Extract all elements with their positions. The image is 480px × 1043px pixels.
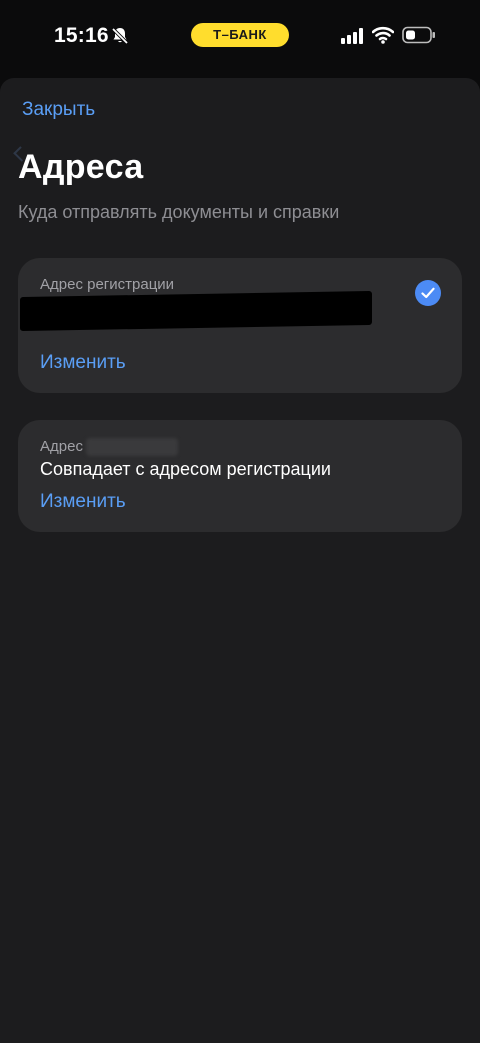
addresses-sheet: Закрыть Адреса Куда отправлять документы… [0, 78, 480, 1043]
page-title: Адреса [18, 148, 144, 186]
redacted-address-value [20, 290, 372, 332]
status-time: 15:16 [54, 24, 109, 47]
registration-address-card[interactable]: Адрес регистрации Изменить [18, 258, 462, 393]
page-subtitle: Куда отправлять документы и справки [18, 202, 340, 222]
battery-icon [402, 26, 436, 44]
status-bar: 15:16 Т–БАНК [0, 0, 480, 72]
change-postal-address-button[interactable]: Изменить [40, 491, 126, 513]
card-label: Адрес регистрации [40, 276, 175, 293]
change-registration-address-button[interactable]: Изменить [40, 352, 126, 374]
wifi-icon [371, 26, 395, 44]
bank-badge[interactable]: Т–БАНК [191, 23, 289, 47]
blurred-text [86, 438, 178, 456]
card-value: Совпадает с адресом регистрации [40, 459, 331, 479]
card-label: Адрес [40, 438, 83, 455]
selected-check-icon [415, 280, 441, 306]
bell-slash-icon [110, 26, 130, 46]
postal-address-card[interactable]: Адрес Совпадает с адресом регистрации Из… [18, 420, 462, 532]
close-button[interactable]: Закрыть [22, 99, 95, 121]
signal-icon [341, 28, 363, 44]
